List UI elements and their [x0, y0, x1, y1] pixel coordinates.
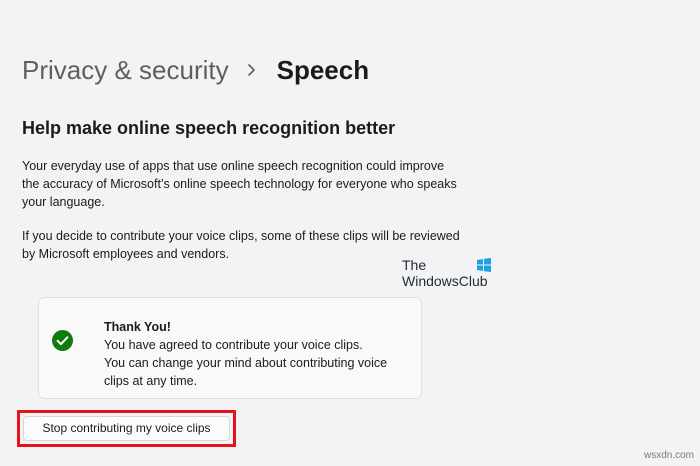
status-card-line-1: You have agreed to contribute your voice…	[104, 338, 363, 352]
status-card-line-2: You can change your mind about contribut…	[104, 356, 388, 388]
description-paragraph-2: If you decide to contribute your voice c…	[22, 229, 460, 261]
stop-contributing-button[interactable]: Stop contributing my voice clips	[23, 416, 230, 441]
status-card-text: Thank You! You have agreed to contribute…	[104, 318, 404, 390]
chevron-right-icon	[243, 52, 261, 88]
page-title: Speech	[276, 55, 370, 85]
thewindowsclub-watermark: The WindowsClub	[402, 257, 512, 293]
windows-logo-icon	[477, 258, 491, 272]
site-watermark: wsxdn.com	[643, 450, 694, 461]
watermark-line-2: WindowsClub	[402, 273, 488, 289]
watermark-line-1: The	[402, 257, 427, 273]
section-title: Help make online speech recognition bett…	[22, 118, 396, 138]
breadcrumb-privacy-security-link[interactable]: Privacy & security	[22, 52, 229, 88]
description-paragraph-1: Your everyday use of apps that use onlin…	[22, 159, 457, 209]
thank-you-status-card: Thank You! You have agreed to contribute…	[38, 297, 422, 399]
checkmark-circle-icon	[52, 330, 73, 351]
breadcrumb: Privacy & security Speech	[22, 52, 369, 88]
status-card-title: Thank You!	[104, 320, 171, 334]
